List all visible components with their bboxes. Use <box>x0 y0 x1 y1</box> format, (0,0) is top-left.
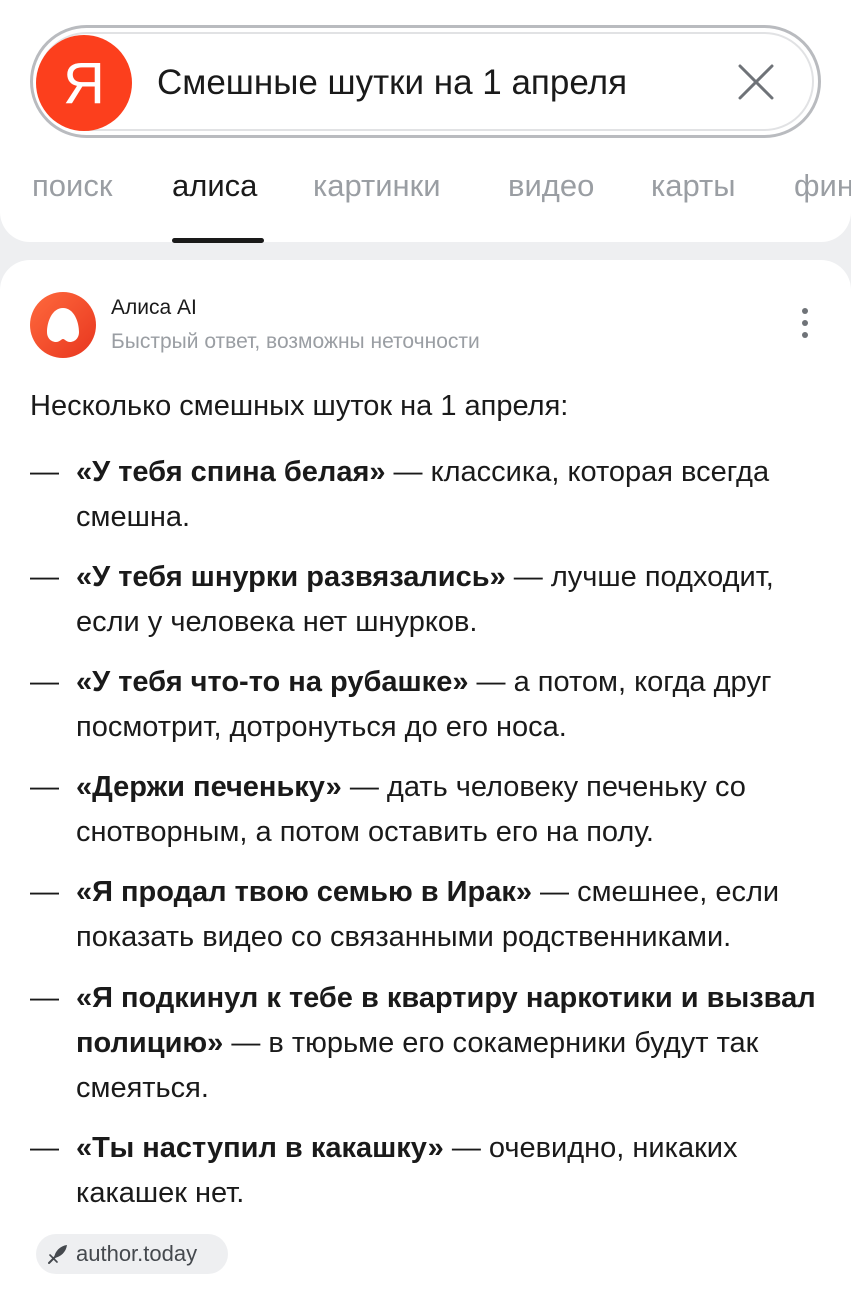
joke-title: «У тебя что-то на рубашке» <box>76 666 469 698</box>
list-dash: — <box>30 666 59 698</box>
close-icon[interactable] <box>732 58 780 106</box>
list-dash: — <box>30 982 59 1014</box>
joke-title: «Я продал твою семью в Ирак» <box>76 876 532 908</box>
tab-alice[interactable]: алиса <box>172 168 257 204</box>
yandex-logo[interactable]: Я <box>36 35 132 131</box>
alice-logo-icon <box>30 292 96 358</box>
list-dash: — <box>30 876 59 908</box>
answer-intro: Несколько смешных шуток на 1 апреля: <box>30 390 569 422</box>
source-link-chip[interactable]: author.today <box>36 1234 228 1274</box>
search-input[interactable]: Смешные шутки на 1 апреля <box>157 58 627 108</box>
list-item: — «У тебя что-то на рубашке» — а потом, … <box>30 660 830 750</box>
joke-title: «У тебя шнурки развязались» <box>76 561 506 593</box>
tab-finance[interactable]: фин <box>794 168 851 204</box>
tab-video[interactable]: видео <box>508 168 594 204</box>
tab-maps[interactable]: карты <box>651 168 736 204</box>
answer-disclaimer: Быстрый ответ, возможны неточности <box>111 330 480 353</box>
list-dash: — <box>30 1132 59 1164</box>
list-item: — «Ты наступил в какашку» — очевидно, ни… <box>30 1126 830 1216</box>
list-dash: — <box>30 771 59 803</box>
quill-icon <box>48 1245 67 1264</box>
tab-search[interactable]: поиск <box>32 168 112 204</box>
joke-title: «Держи печеньку» <box>76 771 342 803</box>
search-tabs: поиск алиса картинки видео карты фин <box>0 168 851 218</box>
tab-images[interactable]: картинки <box>313 168 441 204</box>
list-dash: — <box>30 561 59 593</box>
joke-title: «У тебя спина белая» <box>76 456 386 488</box>
list-dash: — <box>30 456 59 488</box>
list-item: — «Я продал твою семью в Ирак» — смешнее… <box>30 870 830 960</box>
list-item: — «У тебя шнурки развязались» — лучше по… <box>30 555 830 645</box>
search-header: Я Смешные шутки на 1 апреля поиск алиса … <box>0 0 851 243</box>
list-item: — «У тебя спина белая» — классика, котор… <box>30 450 830 540</box>
source-link-label: author.today <box>76 1241 198 1266</box>
more-vertical-icon[interactable] <box>798 308 812 344</box>
answer-source-name: Алиса AI <box>111 296 197 319</box>
list-item: — «Держи печеньку» — дать человеку печен… <box>30 765 830 855</box>
joke-title: «Ты наступил в какашку» <box>76 1132 444 1164</box>
list-item: — «Я подкинул к тебе в квартиру наркотик… <box>30 976 830 1111</box>
active-tab-indicator <box>172 238 264 243</box>
